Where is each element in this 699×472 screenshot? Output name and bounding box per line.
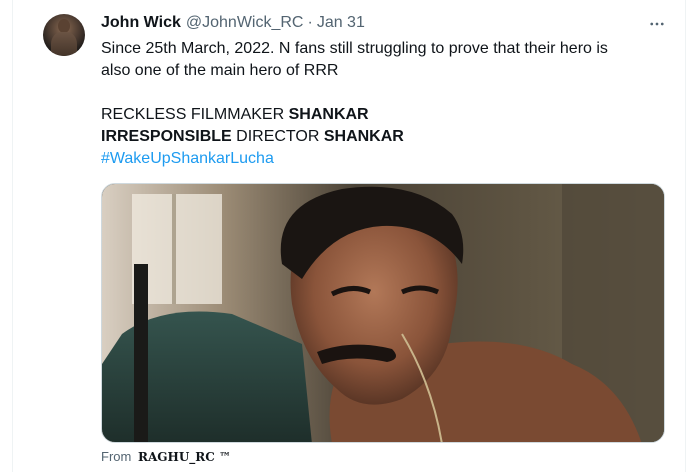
line3-normal-text: RECKLESS FILMMAKER bbox=[101, 106, 289, 123]
attribution-prefix: From bbox=[101, 449, 132, 464]
more-options-button[interactable] bbox=[647, 14, 667, 34]
tweet-text-line-3: RECKLESS FILMMAKER SHANKAR bbox=[101, 104, 661, 126]
author-handle[interactable]: @JohnWick_RC bbox=[186, 14, 304, 32]
more-horizontal-icon bbox=[650, 22, 664, 26]
video-frame-image bbox=[102, 184, 664, 442]
author-name[interactable]: John Wick bbox=[101, 14, 181, 32]
tweet-text-line-2: also one of the main hero of RRR bbox=[101, 62, 339, 79]
line4-normal-text: DIRECTOR bbox=[231, 128, 324, 145]
line4-bold-text-2: SHANKAR bbox=[323, 128, 404, 145]
tweet-date[interactable]: Jan 31 bbox=[317, 14, 365, 32]
hashtag-link[interactable]: #WakeUpShankarLucha bbox=[101, 148, 661, 170]
avatar-body-shape bbox=[51, 32, 77, 56]
line4-bold-text: IRRESPONSIBLE bbox=[101, 128, 232, 145]
author-avatar[interactable] bbox=[43, 14, 85, 56]
line3-bold-text: SHANKAR bbox=[288, 106, 369, 123]
tweet-text-spacer bbox=[101, 82, 661, 104]
attribution-source-link[interactable]: RAGHU_RC ™ bbox=[138, 450, 231, 464]
media-attribution: From RAGHU_RC ™ bbox=[101, 449, 231, 464]
tweet-text: Since 25th March, 2022. N fans still str… bbox=[101, 38, 661, 170]
tweet-card[interactable]: John Wick @JohnWick_RC · Jan 31 Since 25… bbox=[12, 0, 686, 472]
header-separator: · bbox=[307, 14, 313, 31]
tweet-media-video[interactable] bbox=[101, 183, 665, 443]
tweet-text-line-4: IRRESPONSIBLE DIRECTOR SHANKAR bbox=[101, 126, 661, 148]
tweet-text-line-1: Since 25th March, 2022. N fans still str… bbox=[101, 40, 608, 57]
tweet-header: John Wick @JohnWick_RC · Jan 31 bbox=[101, 12, 365, 34]
avatar-head-shape bbox=[58, 19, 70, 33]
